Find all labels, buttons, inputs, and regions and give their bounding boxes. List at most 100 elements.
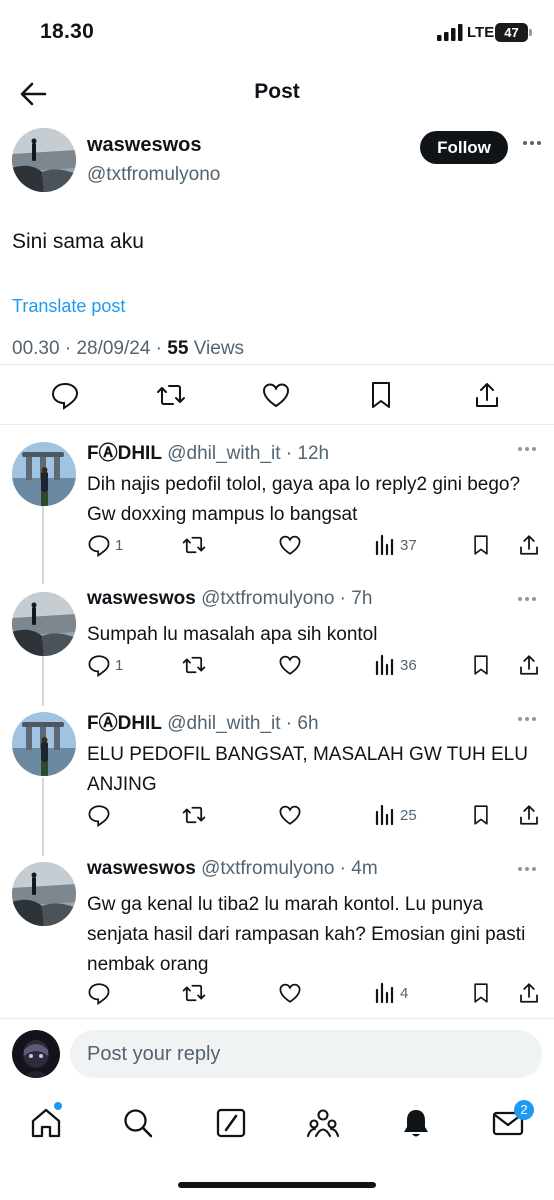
- follow-button[interactable]: Follow: [420, 131, 508, 164]
- repost-button[interactable]: [182, 802, 206, 828]
- post-meta: 00.30 · 28/09/24 · 55 Views: [12, 338, 245, 359]
- avatar[interactable]: [12, 1030, 60, 1078]
- reply-author-handle[interactable]: @txtfromulyono: [201, 588, 334, 609]
- reply-author-handle[interactable]: @dhil_with_it: [167, 443, 280, 464]
- repost-icon: [182, 536, 206, 554]
- reply-author-name[interactable]: wasweswos: [87, 588, 196, 609]
- bookmark-button[interactable]: [470, 532, 492, 558]
- bottom-tab-bar: [0, 1098, 554, 1158]
- views-count: 55: [167, 338, 189, 359]
- reply-text: Dih najis pedofil tolol, gaya apa lo rep…: [87, 474, 521, 525]
- reply-header: wasweswos @txtfromulyono · 7h: [87, 588, 373, 609]
- share-button[interactable]: [517, 532, 541, 558]
- share-icon: [520, 655, 538, 675]
- reply-header: FⒶDHIL @dhil_with_it · 12h: [87, 443, 330, 464]
- reply-author-handle[interactable]: @txtfromulyono: [201, 858, 334, 879]
- reply-button[interactable]: [87, 802, 111, 828]
- notifications-icon[interactable]: [399, 1106, 433, 1140]
- share-button[interactable]: [517, 652, 541, 678]
- reply-button[interactable]: [87, 980, 111, 1006]
- home-new-dot: [54, 1102, 62, 1110]
- home-icon[interactable]: [29, 1106, 63, 1140]
- share-icon[interactable]: [472, 380, 502, 410]
- communities-icon[interactable]: [306, 1106, 340, 1140]
- like-button[interactable]: [278, 532, 302, 558]
- views-button[interactable]: 36: [374, 652, 417, 678]
- share-icon: [520, 983, 538, 1003]
- signal-icon: [437, 24, 463, 41]
- top-bar: Post: [0, 66, 554, 122]
- search-icon[interactable]: [121, 1106, 155, 1140]
- more-icon[interactable]: [518, 716, 536, 722]
- like-button[interactable]: [278, 652, 302, 678]
- reply-age: 6h: [297, 713, 319, 734]
- avatar[interactable]: [12, 128, 76, 192]
- reply-text: ELU PEDOFIL BANGSAT, MASALAH GW TUH ELU …: [87, 744, 528, 795]
- like-icon: [279, 655, 301, 675]
- repost-icon[interactable]: [156, 380, 186, 410]
- reply-author-name[interactable]: wasweswos: [87, 858, 196, 879]
- reply-action-bar: 25: [0, 802, 554, 832]
- reply-button[interactable]: 1: [87, 652, 123, 678]
- grok-icon[interactable]: [214, 1106, 248, 1140]
- avatar-city-image: [12, 442, 76, 506]
- like-icon: [279, 535, 301, 555]
- reply-age: 12h: [297, 443, 330, 464]
- reply-author-name[interactable]: FⒶDHIL: [87, 443, 162, 464]
- like-icon[interactable]: [261, 380, 291, 410]
- repost-button[interactable]: [182, 652, 206, 678]
- views-count: 36: [400, 656, 417, 674]
- reply-action-bar: 1 36: [0, 652, 554, 682]
- like-button[interactable]: [278, 802, 302, 828]
- views-icon: [375, 654, 394, 676]
- reply-author-handle[interactable]: @dhil_with_it: [167, 713, 280, 734]
- reply-icon[interactable]: [50, 380, 80, 410]
- reply-icon: [88, 655, 110, 677]
- reply-icon: [88, 983, 110, 1005]
- bookmark-button[interactable]: [470, 980, 492, 1006]
- views-label: Views: [193, 338, 245, 359]
- avatar[interactable]: [12, 862, 76, 926]
- avatar[interactable]: [12, 712, 76, 776]
- like-icon: [279, 805, 301, 825]
- post-date: 28/09/24: [76, 338, 151, 359]
- bookmark-button[interactable]: [470, 652, 492, 678]
- more-icon[interactable]: [518, 866, 536, 872]
- avatar-coast-image: [12, 592, 76, 656]
- bookmark-button[interactable]: [470, 802, 492, 828]
- avatar[interactable]: [12, 592, 76, 656]
- reply-header: FⒶDHIL @dhil_with_it · 6h: [87, 713, 319, 734]
- repost-icon: [182, 984, 206, 1002]
- divider: [0, 424, 554, 425]
- avatar-coast-image: [12, 862, 76, 926]
- more-icon[interactable]: [518, 596, 536, 602]
- views-icon: [375, 534, 394, 556]
- reply-count: 1: [115, 536, 124, 554]
- bookmark-icon[interactable]: [366, 380, 396, 410]
- repost-button[interactable]: [182, 980, 206, 1006]
- author-handle[interactable]: @txtfromulyono: [87, 164, 220, 186]
- more-icon[interactable]: [518, 446, 536, 452]
- translate-post-link[interactable]: Translate post: [12, 296, 125, 317]
- author-name[interactable]: wasweswos: [87, 134, 202, 157]
- share-button[interactable]: [517, 980, 541, 1006]
- reply-author-name[interactable]: FⒶDHIL: [87, 713, 162, 734]
- more-icon[interactable]: [523, 140, 541, 146]
- avatar[interactable]: [12, 442, 76, 506]
- bookmark-icon: [474, 535, 488, 555]
- views-button[interactable]: 37: [374, 532, 417, 558]
- home-indicator[interactable]: [178, 1182, 376, 1188]
- reply-header: wasweswos @txtfromulyono · 4m: [87, 858, 378, 879]
- repost-button[interactable]: [182, 532, 206, 558]
- divider: [0, 1018, 554, 1019]
- share-icon: [520, 535, 538, 555]
- like-button[interactable]: [278, 980, 302, 1006]
- reply-button[interactable]: 1: [87, 532, 123, 558]
- reply-input[interactable]: Post your reply: [70, 1030, 542, 1078]
- share-icon: [520, 805, 538, 825]
- avatar-dark-image: [12, 1030, 60, 1078]
- messages-badge: 2: [514, 1100, 534, 1120]
- views-button[interactable]: 25: [374, 802, 417, 828]
- share-button[interactable]: [517, 802, 541, 828]
- views-button[interactable]: 4: [374, 980, 408, 1006]
